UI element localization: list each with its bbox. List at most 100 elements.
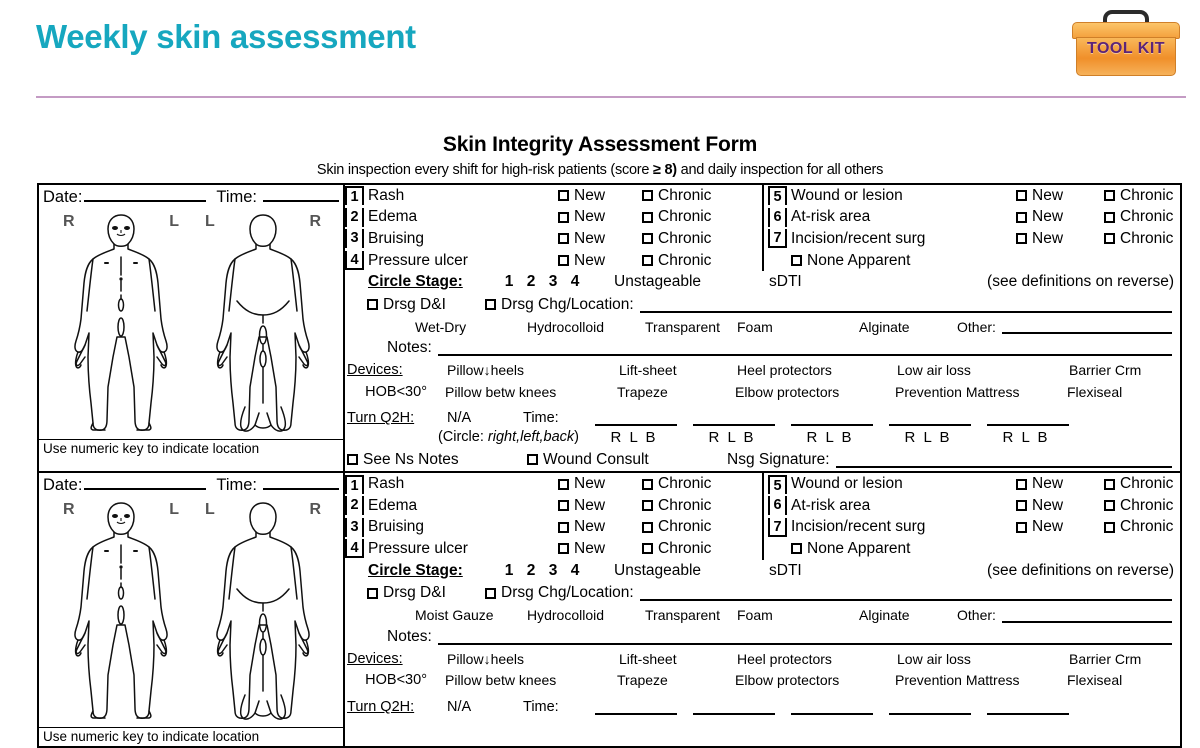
checkbox-drsg-di-1[interactable]: Drsg D&I [367, 296, 485, 314]
stage-option-3-2[interactable]: 3 [542, 562, 564, 580]
checkbox-drsg-chg-2[interactable]: Drsg Chg/Location: [485, 584, 640, 602]
turn-na-option-1[interactable]: N/A [447, 410, 523, 426]
turn-time-input-1c[interactable] [791, 409, 873, 427]
checkbox-new-wound-1[interactable]: New [1016, 187, 1104, 205]
device-prevention-mattress-1[interactable]: Prevention Mattress [895, 384, 1067, 400]
stage-option-sdti-1[interactable]: sDTI [769, 273, 874, 291]
dressing-type-transparent-1[interactable]: Transparent [645, 319, 737, 335]
checkbox-new-wound-2[interactable]: New [1016, 475, 1104, 493]
checkbox-new-bruising-1[interactable]: New [558, 230, 642, 248]
dressing-type-alginate-1[interactable]: Alginate [859, 319, 957, 335]
checkbox-chronic-pressure-ulcer-1[interactable]: Chronic [642, 252, 711, 270]
stage-option-1-1[interactable]: 1 [498, 273, 520, 291]
checkbox-new-edema-1[interactable]: New [558, 208, 642, 226]
dressing-type-foam-2[interactable]: Foam [737, 607, 859, 623]
checkbox-chronic-incision-2[interactable]: Chronic [1104, 518, 1173, 536]
checkbox-new-bruising-2[interactable]: New [558, 518, 642, 536]
date-input-2[interactable] [84, 475, 207, 491]
device-flexiseal-2[interactable]: Flexiseal [1067, 672, 1167, 688]
device-elbow-protectors-2[interactable]: Elbow protectors [735, 672, 895, 688]
rlb-option-1c[interactable]: R L B [789, 429, 871, 446]
checkbox-new-rash-1[interactable]: New [558, 187, 642, 205]
checkbox-chronic-wound-1[interactable]: Chronic [1104, 187, 1173, 205]
checkbox-chronic-bruising-1[interactable]: Chronic [642, 230, 711, 248]
checkbox-new-pressure-ulcer-2[interactable]: New [558, 540, 642, 558]
checkbox-none-apparent-1[interactable]: None Apparent [768, 250, 1180, 272]
dressing-type-foam-1[interactable]: Foam [737, 319, 859, 335]
checkbox-chronic-bruising-2[interactable]: Chronic [642, 518, 711, 536]
turn-time-input-2b[interactable] [693, 698, 775, 715]
body-figure-back-2[interactable]: L R [193, 495, 333, 727]
stage-option-3-1[interactable]: 3 [542, 273, 564, 291]
device-trapeze-1[interactable]: Trapeze [617, 384, 735, 400]
turn-time-input-2c[interactable] [791, 698, 873, 715]
checkbox-wound-consult-1[interactable]: Wound Consult [527, 451, 727, 469]
checkbox-chronic-pressure-ulcer-2[interactable]: Chronic [642, 540, 711, 558]
checkbox-new-edema-2[interactable]: New [558, 497, 642, 515]
turn-time-input-1e[interactable] [987, 409, 1069, 427]
checkbox-chronic-rash-2[interactable]: Chronic [642, 475, 711, 493]
turn-time-input-2a[interactable] [595, 698, 677, 715]
device-low-air-loss-1[interactable]: Low air loss [897, 362, 1069, 378]
checkbox-chronic-incision-1[interactable]: Chronic [1104, 230, 1173, 248]
device-flexiseal-1[interactable]: Flexiseal [1067, 384, 1167, 400]
stage-option-4-2[interactable]: 4 [564, 562, 586, 580]
dressing-type-hydrocolloid-1[interactable]: Hydrocolloid [527, 319, 645, 335]
device-trapeze-2[interactable]: Trapeze [617, 672, 735, 688]
turn-time-input-2e[interactable] [987, 698, 1069, 715]
turn-time-input-2d[interactable] [889, 698, 971, 715]
stage-option-unstageable-1[interactable]: Unstageable [614, 273, 769, 291]
dressing-type-moist-gauze-2[interactable]: Moist Gauze [415, 607, 527, 623]
device-low-air-loss-2[interactable]: Low air loss [897, 651, 1069, 667]
dressing-type-wet-dry-1[interactable]: Wet-Dry [415, 319, 527, 335]
device-pillow-betw-knees-2[interactable]: Pillow betw knees [445, 672, 617, 688]
drsg-location-input-1[interactable] [639, 297, 1172, 313]
checkbox-none-apparent-2[interactable]: None Apparent [768, 538, 1180, 560]
checkbox-chronic-at-risk-1[interactable]: Chronic [1104, 208, 1173, 226]
checkbox-chronic-edema-1[interactable]: Chronic [642, 208, 711, 226]
checkbox-new-incision-1[interactable]: New [1016, 230, 1104, 248]
rlb-option-1d[interactable]: R L B [887, 429, 969, 446]
device-hob-2[interactable]: HOB<30° [345, 672, 445, 688]
turn-time-input-1b[interactable] [693, 409, 775, 427]
dressing-other-input-1[interactable] [1001, 319, 1172, 335]
checkbox-new-at-risk-2[interactable]: New [1016, 497, 1104, 515]
rlb-option-1a[interactable]: R L B [593, 429, 675, 446]
stage-option-4-1[interactable]: 4 [564, 273, 586, 291]
stage-option-1-2[interactable]: 1 [498, 562, 520, 580]
rlb-option-1b[interactable]: R L B [691, 429, 773, 446]
dressing-type-alginate-2[interactable]: Alginate [859, 607, 957, 623]
nsg-signature-input-1[interactable] [835, 452, 1172, 468]
checkbox-drsg-chg-1[interactable]: Drsg Chg/Location: [485, 296, 640, 314]
device-elbow-protectors-1[interactable]: Elbow protectors [735, 384, 895, 400]
device-pillow-betw-knees-1[interactable]: Pillow betw knees [445, 384, 617, 400]
checkbox-drsg-di-2[interactable]: Drsg D&I [367, 584, 485, 602]
drsg-location-input-2[interactable] [639, 585, 1172, 602]
checkbox-new-rash-2[interactable]: New [558, 475, 642, 493]
rlb-option-1e[interactable]: R L B [985, 429, 1067, 446]
device-prevention-mattress-2[interactable]: Prevention Mattress [895, 672, 1067, 688]
device-barrier-crm-1[interactable]: Barrier Crm [1069, 362, 1169, 378]
notes-input-1[interactable] [437, 340, 1172, 357]
checkbox-new-incision-2[interactable]: New [1016, 518, 1104, 536]
device-pillow-heels-1[interactable]: Pillow↓heels [447, 362, 619, 378]
time-input-2[interactable] [263, 475, 339, 491]
checkbox-see-ns-notes-1[interactable]: See Ns Notes [345, 451, 527, 469]
turn-time-input-1a[interactable] [595, 409, 677, 427]
checkbox-new-at-risk-1[interactable]: New [1016, 208, 1104, 226]
dressing-type-hydrocolloid-2[interactable]: Hydrocolloid [527, 607, 645, 623]
device-hob-1[interactable]: HOB<30° [345, 384, 445, 400]
device-heel-protectors-1[interactable]: Heel protectors [737, 362, 897, 378]
date-input-1[interactable] [84, 187, 207, 202]
time-input-1[interactable] [263, 187, 339, 202]
checkbox-chronic-edema-2[interactable]: Chronic [642, 497, 711, 515]
turn-na-option-2[interactable]: N/A [447, 699, 523, 715]
notes-input-2[interactable] [437, 629, 1172, 645]
dressing-type-transparent-2[interactable]: Transparent [645, 607, 737, 623]
device-barrier-crm-2[interactable]: Barrier Crm [1069, 651, 1169, 667]
body-figure-front-1[interactable]: R L [51, 207, 191, 439]
stage-option-unstageable-2[interactable]: Unstageable [614, 562, 769, 580]
stage-option-sdti-2[interactable]: sDTI [769, 562, 874, 580]
device-lift-sheet-1[interactable]: Lift-sheet [619, 362, 737, 378]
checkbox-new-pressure-ulcer-1[interactable]: New [558, 252, 642, 270]
